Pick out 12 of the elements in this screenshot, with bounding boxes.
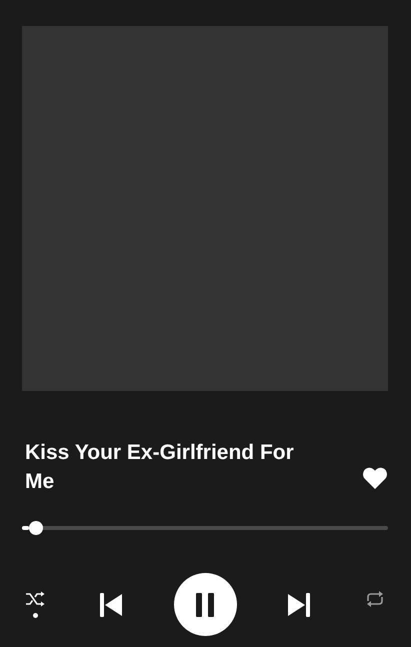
progress-bar[interactable]: [22, 521, 388, 535]
previous-button[interactable]: [98, 592, 123, 616]
skip-forward-icon: [287, 592, 312, 616]
pause-icon: [195, 592, 215, 616]
progress-thumb[interactable]: [29, 521, 44, 535]
heart-icon[interactable]: [363, 467, 387, 489]
skip-back-icon: [98, 592, 123, 616]
shuffle-icon: [25, 591, 45, 607]
next-button[interactable]: [287, 592, 312, 616]
song-title: Kiss Your Ex-Girlfriend For Me: [25, 440, 295, 495]
active-dot: [32, 613, 38, 618]
repeat-icon: [364, 590, 386, 608]
